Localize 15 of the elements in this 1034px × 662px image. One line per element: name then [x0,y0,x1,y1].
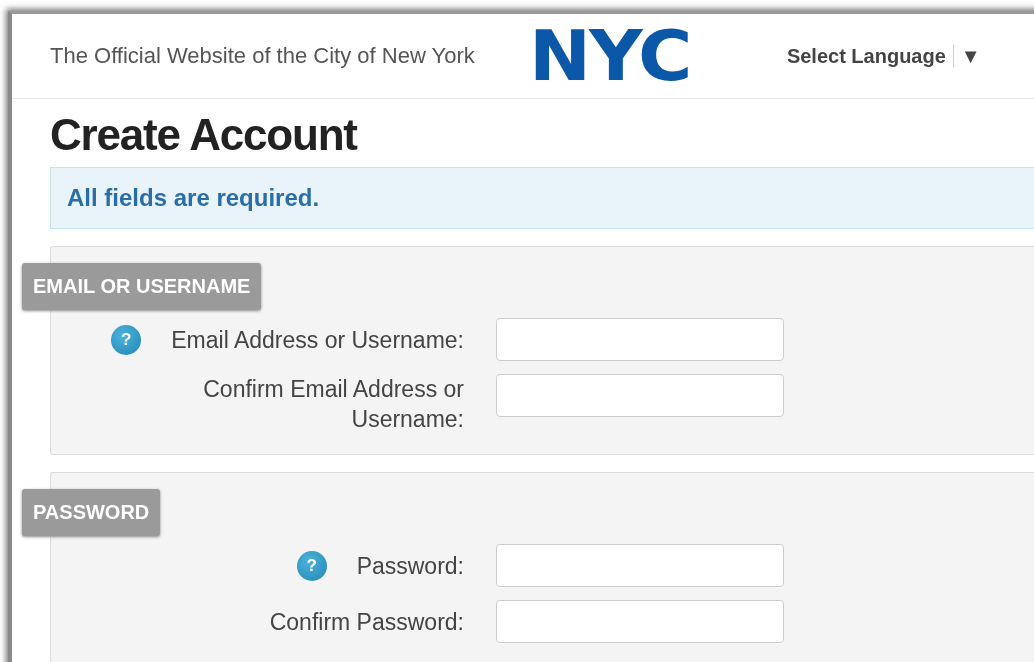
section-heading: EMAIL OR USERNAME [22,263,262,310]
site-logo[interactable]: NYC [528,21,690,91]
input-field[interactable] [496,544,784,587]
input-field[interactable] [496,318,784,361]
input-field[interactable] [496,600,784,643]
field-label: Confirm Password: [269,607,464,637]
language-select[interactable]: Select Language ▼ [786,44,981,68]
page-title: Create Account [50,113,359,157]
field-label: Email Address or Username: [171,325,464,355]
field-label: Password: [356,551,464,581]
input-field[interactable] [496,374,784,417]
section-heading: PASSWORD [22,489,161,536]
required-notice: All fields are required. [50,167,1034,229]
site-tagline: The Official Website of the City of New York [50,43,475,69]
field-label: Confirm Email Address or Username: [202,375,464,434]
